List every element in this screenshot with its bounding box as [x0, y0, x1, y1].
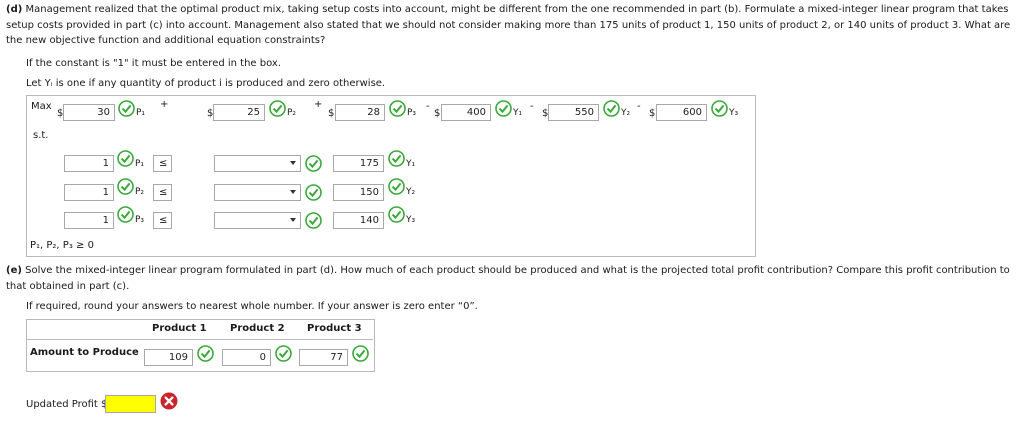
check-icon — [117, 150, 134, 167]
objective-coef-y2-input[interactable]: 550 — [548, 104, 599, 121]
check-icon — [118, 100, 135, 117]
part-e-question: (e) Solve the mixed-integer linear progr… — [6, 263, 1018, 294]
part-e-label: (e) — [6, 265, 22, 276]
check-icon — [275, 345, 292, 362]
constraint-3-operator-select[interactable]: ≤ — [153, 212, 172, 229]
objective-coef-p1-input[interactable]: 30 — [63, 104, 115, 121]
header-product-3: Product 3 — [307, 323, 362, 334]
check-icon — [388, 150, 405, 167]
product-2-amount-input[interactable]: 0 — [222, 349, 271, 366]
header-product-1: Product 1 — [152, 323, 207, 334]
plus-sign: + — [314, 99, 323, 110]
check-icon — [269, 100, 286, 117]
check-icon — [389, 100, 406, 117]
updated-profit-label: Updated Profit $ — [26, 399, 108, 410]
nonnegativity-constraint: P₁, P₂, P₃ ≥ 0 — [30, 240, 94, 251]
part-d-question: (d) Management realized that the optimal… — [6, 2, 1018, 49]
constraint-3-var: P₃ — [135, 215, 145, 225]
subject-to-label: s.t. — [33, 130, 49, 141]
updated-profit-input[interactable] — [105, 395, 156, 413]
var-p1: P₁ — [136, 108, 146, 118]
objective-coef-y1-input[interactable]: 400 — [441, 104, 491, 121]
objective-coef-p3-input[interactable]: 28 — [335, 104, 385, 121]
x-icon — [160, 392, 178, 410]
objective-coef-p2-input[interactable]: 25 — [213, 104, 265, 121]
constraint-3-dropdown[interactable] — [214, 212, 301, 229]
minus-sign: - — [530, 101, 534, 112]
table-divider — [27, 339, 373, 340]
check-icon — [711, 100, 728, 117]
check-icon — [495, 100, 512, 117]
constraint-2-coef-input[interactable]: 1 — [64, 184, 114, 201]
product-1-amount-input[interactable]: 109 — [144, 349, 193, 366]
check-icon — [305, 155, 322, 172]
var-y3: Y₃ — [729, 108, 739, 118]
var-p2: P₂ — [287, 108, 297, 118]
header-product-2: Product 2 — [230, 323, 285, 334]
objective-coef-y3-input[interactable]: 600 — [656, 104, 707, 121]
var-p3: P₃ — [407, 108, 417, 118]
check-icon — [117, 178, 134, 195]
constraint-1-coef-input[interactable]: 1 — [64, 155, 114, 172]
check-icon — [603, 100, 620, 117]
minus-sign: - — [426, 101, 430, 112]
chevron-down-icon — [290, 218, 296, 222]
check-icon — [305, 212, 322, 229]
dollar-sign: $ — [434, 108, 441, 119]
constraint-1-operator-select[interactable]: ≤ — [153, 155, 172, 172]
formulation-box — [26, 95, 756, 257]
constraint-1-var: P₁ — [135, 159, 145, 169]
chevron-down-icon — [290, 161, 296, 165]
dollar-sign: $ — [649, 108, 656, 119]
product-3-amount-input[interactable]: 77 — [299, 349, 348, 366]
check-icon — [352, 345, 369, 362]
check-icon — [388, 178, 405, 195]
binary-definition: Let Yᵢ is one if any quantity of product… — [26, 78, 386, 89]
check-icon — [117, 206, 134, 223]
part-d-label: (d) — [6, 4, 23, 15]
constraint-2-rhs-input[interactable]: 150 — [333, 184, 384, 201]
constraint-1-yvar: Y₁ — [406, 159, 416, 169]
plus-sign: + — [160, 99, 169, 110]
part-e-text: Solve the mixed-integer linear program f… — [6, 265, 1010, 292]
dollar-sign: $ — [328, 108, 335, 119]
check-icon — [305, 184, 322, 201]
part-d-text: Management realized that the optimal pro… — [6, 4, 1011, 46]
constraint-1-dropdown[interactable] — [214, 155, 301, 172]
rounding-note: If required, round your answers to neare… — [26, 301, 478, 312]
constraint-2-yvar: Y₂ — [406, 187, 416, 197]
var-y1: Y₁ — [513, 108, 523, 118]
constraint-2-operator-select[interactable]: ≤ — [153, 184, 172, 201]
constraint-1-rhs-input[interactable]: 175 — [333, 155, 384, 172]
max-label: Max — [31, 101, 52, 112]
constraint-2-var: P₂ — [135, 187, 145, 197]
constraint-2-dropdown[interactable] — [214, 184, 301, 201]
chevron-down-icon — [290, 190, 296, 194]
constraint-3-coef-input[interactable]: 1 — [64, 212, 114, 229]
minus-sign: - — [637, 101, 641, 112]
var-y2: Y₂ — [621, 108, 631, 118]
constant-note: If the constant is "1" it must be entere… — [26, 58, 282, 69]
check-icon — [197, 345, 214, 362]
amount-to-produce-label: Amount to Produce — [30, 347, 139, 358]
constraint-3-rhs-input[interactable]: 140 — [333, 212, 384, 229]
constraint-3-yvar: Y₃ — [406, 215, 416, 225]
check-icon — [388, 206, 405, 223]
